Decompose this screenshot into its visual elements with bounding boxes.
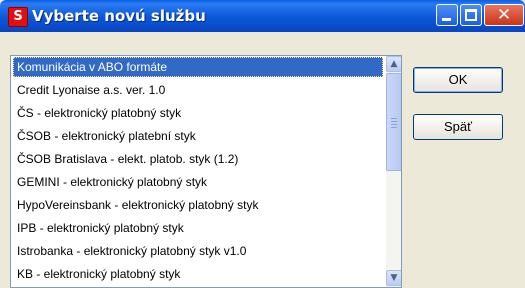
list-item[interactable]: GEMINI - elektronický platobný styk — [13, 172, 383, 192]
chevron-up-icon: ▲ — [390, 59, 398, 69]
close-button[interactable]: ✕ — [484, 4, 524, 26]
grip-line — [391, 121, 397, 122]
minimize-icon — [442, 18, 451, 21]
maximize-button[interactable] — [460, 4, 482, 26]
close-icon: ✕ — [496, 5, 512, 25]
ok-button[interactable]: OK — [413, 67, 503, 93]
window-title: Vyberte novú službu — [32, 7, 206, 25]
dialog-window: S Vyberte novú službu ✕ Komunikácia v AB… — [0, 0, 525, 288]
scroll-down-button[interactable]: ▼ — [386, 270, 401, 286]
back-button[interactable]: Späť — [413, 114, 503, 140]
list-item[interactable]: Credit Lyonaise a.s. ver. 1.0 — [13, 80, 383, 100]
vertical-scrollbar[interactable]: ▲ ▼ — [386, 56, 401, 287]
list-item[interactable]: HypoVereinsbank - elektronický platobný … — [13, 195, 383, 215]
list-item[interactable]: ČSOB - elektronický platební styk — [13, 126, 383, 146]
grip-line — [391, 127, 397, 128]
list-item[interactable]: Istrobanka - elektronický platobný styk … — [13, 241, 383, 261]
list-item[interactable]: IPB - elektronický platobný styk — [13, 218, 383, 238]
scroll-thumb[interactable] — [386, 73, 401, 171]
grip-line — [391, 118, 397, 119]
list-item[interactable]: KB - elektronický platobný styk — [13, 264, 383, 284]
service-listbox[interactable]: Komunikácia v ABO formáte Credit Lyonais… — [10, 55, 402, 288]
scroll-up-button[interactable]: ▲ — [386, 56, 401, 72]
list-item[interactable]: ČSOB Bratislava - elekt. platob. styk (1… — [13, 149, 383, 169]
list-item[interactable]: Komunikácia v ABO formáte — [13, 57, 383, 77]
minimize-button[interactable] — [436, 4, 458, 26]
title-bar[interactable]: S Vyberte novú službu ✕ — [0, 0, 525, 32]
grip-line — [391, 124, 397, 125]
chevron-down-icon: ▼ — [390, 273, 398, 283]
app-logo-icon: S — [8, 7, 28, 27]
list-item[interactable]: ČS - elektronický platobný styk — [13, 103, 383, 123]
maximize-icon — [465, 9, 477, 21]
